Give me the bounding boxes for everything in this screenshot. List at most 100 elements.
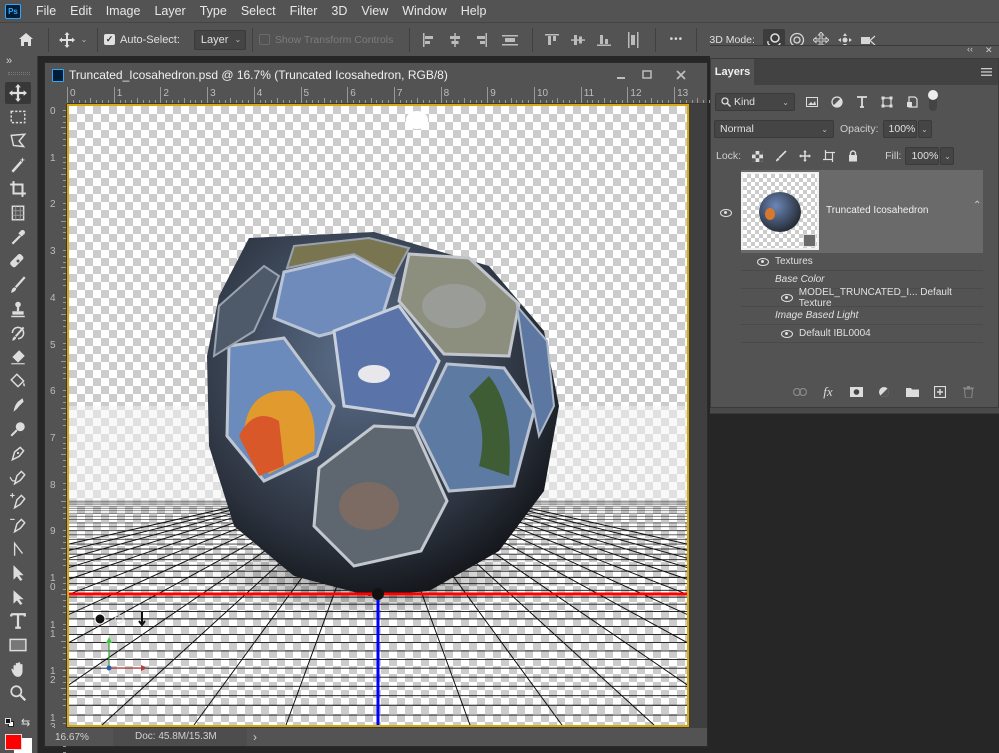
paint-bucket-tool[interactable] [5,370,31,392]
tools-grip[interactable] [8,72,30,75]
menu-type[interactable]: Type [193,0,234,22]
new-adjustment-layer-button[interactable] [876,384,892,400]
menu-window[interactable]: Window [395,0,453,22]
blend-mode-dropdown[interactable]: Normal ⌄ [714,120,834,138]
opacity-dropdown[interactable]: ⌄ [917,120,932,138]
layer-visibility-toggle[interactable] [720,209,732,217]
align-vcenter-button[interactable] [565,33,591,47]
panel-menu-button[interactable] [981,66,992,80]
menu-view[interactable]: View [354,0,395,22]
fill-dropdown[interactable]: ⌄ [940,147,955,165]
auto-select-checkbox[interactable]: ✓ [104,34,115,45]
distribute-vertical-button[interactable] [494,34,526,46]
panel-resize-grip[interactable] [710,408,999,414]
tools-collapse-button[interactable]: » [6,55,12,67]
add-layer-style-button[interactable]: fx [820,384,836,400]
align-top-button[interactable] [539,33,565,47]
menu-3d[interactable]: 3D [324,0,354,22]
add-mask-button[interactable] [848,384,864,400]
zoom-level[interactable]: 16.67% [45,732,113,743]
close-button[interactable] [667,66,695,84]
rectangle-tool[interactable] [5,634,31,656]
auto-select-target-dropdown[interactable]: Layer ⌄ [193,29,246,50]
menu-filter[interactable]: Filter [283,0,325,22]
more-options-button[interactable]: ••• [662,34,690,45]
home-button[interactable] [10,32,42,47]
lasso-tool[interactable] [5,130,31,152]
freeform-pen-tool[interactable] [5,466,31,488]
lock-transparent-pixels-button[interactable] [749,148,765,164]
sublayer-default-texture[interactable]: MODEL_TRUNCATED_I... Default Texture [741,287,983,309]
crop-tool[interactable] [5,178,31,200]
menu-help[interactable]: Help [454,0,494,22]
healing-brush-tool[interactable] [5,250,31,272]
status-menu-arrow[interactable]: › [247,730,263,744]
close-panels-button[interactable]: ✕ [985,45,993,56]
truncated-icosahedron-model[interactable] [207,232,559,596]
marquee-tool[interactable] [5,106,31,128]
new-group-button[interactable] [904,384,920,400]
light-source-indicator[interactable] [406,111,428,129]
path-selection-tool[interactable] [5,562,31,584]
clone-stamp-tool[interactable] [5,298,31,320]
convert-point-tool[interactable] [5,538,31,560]
horizontal-ruler[interactable]: 0 1 2 3 4 5 6 7 8 9 10 11 12 13 [67,87,716,104]
document-tab[interactable]: Truncated_Icosahedron.psd @ 16.7% (Trunc… [45,63,707,87]
orbit-widget-icon[interactable] [94,613,106,625]
sublayer-default-ibl[interactable]: Default IBL0004 [741,325,983,343]
maximize-button[interactable] [633,66,661,84]
ibl-visibility-toggle[interactable] [781,329,793,338]
swap-colors-button[interactable]: ⇆ [21,716,30,729]
show-transform-controls-checkbox[interactable] [258,34,270,45]
collapse-layer-effects-button[interactable]: ⌃ [973,200,981,211]
default-colors-button[interactable] [5,718,15,728]
tab-layers[interactable]: Layers [711,59,754,85]
link-layers-button[interactable] [792,384,808,400]
layer-name[interactable]: Truncated Icosahedron [826,205,928,216]
menu-select[interactable]: Select [234,0,283,22]
smudge-tool[interactable] [5,394,31,416]
zoom-tool[interactable] [5,682,31,704]
delete-layer-button[interactable] [960,384,976,400]
dodge-tool[interactable] [5,418,31,440]
lock-artboard-button[interactable] [821,148,837,164]
vertical-ruler[interactable]: 012345678910111213 [45,104,67,753]
filter-kind-dropdown[interactable]: Kind ⌄ [715,93,795,111]
align-left-button[interactable] [416,32,442,47]
lock-image-pixels-button[interactable] [773,148,789,164]
move-tool-preset[interactable]: ⌄ [55,31,91,48]
layer-row-truncated-icosahedron[interactable]: Truncated Icosahedron ⌃ [741,170,983,254]
collapse-panels-button[interactable]: ‹‹ [967,44,973,54]
align-right-button[interactable] [468,32,494,47]
textures-visibility-toggle[interactable] [757,257,769,266]
align-bottom-button[interactable] [591,33,617,47]
perspective-crop-tool[interactable] [5,202,31,224]
filter-adjustment-layers-button[interactable] [829,94,845,110]
eraser-tool[interactable] [5,346,31,368]
menu-file[interactable]: File [29,0,63,22]
history-brush-tool[interactable] [5,322,31,344]
origin-gizmo[interactable] [372,588,384,600]
menu-edit[interactable]: Edit [63,0,99,22]
brush-tool[interactable] [5,274,31,296]
sublayer-textures[interactable]: Textures [741,253,983,271]
distribute-horizontal-button[interactable] [617,31,649,48]
delete-anchor-point-tool[interactable] [5,514,31,536]
fill-input[interactable]: 100% [905,147,940,165]
menu-layer[interactable]: Layer [147,0,192,22]
new-layer-button[interactable] [932,384,948,400]
opacity-input[interactable]: 100% [882,120,917,138]
filter-smart-objects-button[interactable] [904,94,920,110]
filter-pixel-layers-button[interactable] [804,94,820,110]
canvas[interactable] [67,104,689,727]
foreground-color-swatch[interactable] [5,734,22,750]
ruler-origin[interactable] [45,87,67,104]
lock-all-button[interactable] [845,148,861,164]
zoom-3d-camera-button[interactable] [857,34,881,46]
magic-wand-tool[interactable] [5,154,31,176]
add-anchor-point-tool[interactable] [5,490,31,512]
align-hcenter-button[interactable] [442,32,468,47]
move-tool[interactable] [5,82,31,104]
filter-shape-layers-button[interactable] [879,94,895,110]
lock-position-button[interactable] [797,148,813,164]
